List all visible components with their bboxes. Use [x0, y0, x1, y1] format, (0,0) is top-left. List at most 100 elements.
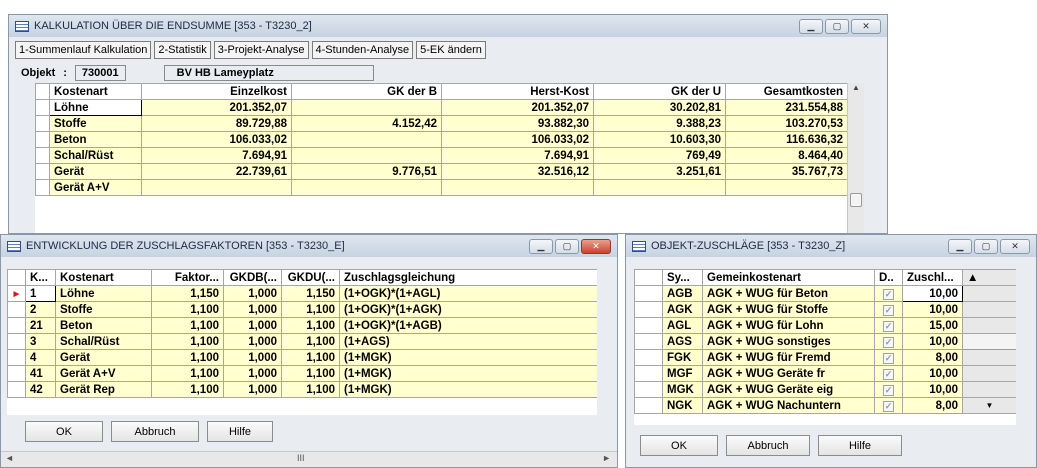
- cell-gemeinkostenart[interactable]: AGK + WUG für Stoffe: [702, 301, 875, 318]
- cell-k[interactable]: 42: [25, 381, 56, 398]
- row-header[interactable]: [634, 301, 663, 318]
- scroll-left-icon[interactable]: ◄: [5, 453, 14, 463]
- row-header[interactable]: [35, 131, 50, 148]
- cell-symbol[interactable]: MGK: [662, 381, 703, 398]
- cell-herst-kost[interactable]: 201.352,07: [441, 99, 594, 116]
- checkbox-icon[interactable]: ✓: [883, 304, 894, 316]
- cell-zuschlag[interactable]: 10,00: [902, 333, 963, 350]
- cell-symbol[interactable]: AGK: [662, 301, 703, 318]
- cell-kostenart[interactable]: Gerät: [55, 349, 152, 366]
- zuschlaege-titlebar[interactable]: OBJEKT-ZUSCHLÄGE [353 - T3230_Z] ▁ ▢ ✕: [626, 235, 1036, 257]
- hilfe-button[interactable]: Hilfe: [818, 435, 902, 456]
- cell-gesamtkosten[interactable]: 8.464,40: [725, 147, 847, 164]
- table-row[interactable]: AGB AGK + WUG für Beton ✓ 10,00: [634, 285, 1016, 302]
- abbruch-button[interactable]: Abbruch: [726, 435, 810, 456]
- row-header[interactable]: [634, 333, 663, 350]
- cell-gk-der-b[interactable]: [291, 131, 442, 148]
- cell-zuschlag[interactable]: 10,00: [902, 285, 963, 302]
- cell-gk-der-u[interactable]: 10.603,30: [593, 131, 726, 148]
- cell-gkdu[interactable]: 1,100: [281, 333, 340, 350]
- cell-gemeinkostenart[interactable]: AGK + WUG Nachuntern: [702, 397, 875, 414]
- cell-gk-der-b[interactable]: [291, 99, 442, 116]
- checkbox-icon[interactable]: ✓: [883, 352, 894, 364]
- col-zuschlag[interactable]: Zuschl...: [902, 269, 963, 286]
- scrollbar-track[interactable]: [962, 381, 1016, 398]
- cell-gkdu[interactable]: 1,100: [281, 349, 340, 366]
- cell-gesamtkosten[interactable]: 35.767,73: [725, 163, 847, 180]
- col-gemeinkostenart[interactable]: Gemeinkostenart: [702, 269, 875, 286]
- cell-d[interactable]: ✓: [874, 333, 903, 350]
- cell-kostenart[interactable]: Schal/Rüst: [55, 333, 152, 350]
- cell-symbol[interactable]: MGF: [662, 365, 703, 382]
- cell-einzelkost[interactable]: 201.352,07: [141, 99, 292, 116]
- minimize-button[interactable]: ▁: [948, 238, 972, 254]
- cell-kostenart[interactable]: Löhne: [49, 99, 142, 116]
- cell-symbol[interactable]: AGS: [662, 333, 703, 350]
- table-row[interactable]: FGK AGK + WUG für Fremd ✓ 8,00: [634, 349, 1016, 366]
- scrollbar-thumb[interactable]: [962, 333, 1016, 350]
- cell-d[interactable]: ✓: [874, 349, 903, 366]
- tab-summenlauf[interactable]: 1-Summenlauf Kalkulation: [15, 41, 152, 59]
- cell-einzelkost[interactable]: 89.729,88: [141, 115, 292, 132]
- cell-zuschlagsgleichung[interactable]: (1+MGK): [339, 381, 597, 398]
- row-header[interactable]: [634, 381, 663, 398]
- cell-gesamtkosten[interactable]: 103.270,53: [725, 115, 847, 132]
- cell-kostenart[interactable]: Gerät A+V: [55, 365, 152, 382]
- scrollbar-grip[interactable]: III: [297, 453, 305, 463]
- cell-symbol[interactable]: AGL: [662, 317, 703, 334]
- cell-gkdu[interactable]: 1,100: [281, 301, 340, 318]
- cell-d[interactable]: ✓: [874, 301, 903, 318]
- cell-zuschlagsgleichung[interactable]: (1+MGK): [339, 365, 597, 382]
- cell-faktor[interactable]: 1,100: [151, 333, 224, 350]
- close-button[interactable]: ✕: [851, 18, 881, 34]
- cell-d[interactable]: ✓: [874, 365, 903, 382]
- col-gk-der-u[interactable]: GK der U: [593, 83, 726, 100]
- cell-d[interactable]: ✓: [874, 317, 903, 334]
- cell-gemeinkostenart[interactable]: AGK + WUG für Beton: [702, 285, 875, 302]
- col-kostenart[interactable]: Kostenart: [55, 269, 152, 286]
- cell-d[interactable]: ✓: [874, 381, 903, 398]
- cell-k[interactable]: 41: [25, 365, 56, 382]
- scroll-up-icon[interactable]: ▲: [962, 269, 1016, 286]
- scroll-right-icon[interactable]: ►: [602, 453, 611, 463]
- table-row[interactable]: 2 Stoffe 1,100 1,000 1,100 (1+OGK)*(1+AG…: [7, 301, 597, 318]
- cell-faktor[interactable]: 1,100: [151, 365, 224, 382]
- cell-gkdb[interactable]: 1,000: [223, 381, 282, 398]
- ok-button[interactable]: OK: [640, 435, 718, 456]
- cell-gk-der-b[interactable]: 4.152,42: [291, 115, 442, 132]
- scrollbar-track[interactable]: [962, 301, 1016, 318]
- cell-zuschlag[interactable]: 10,00: [902, 365, 963, 382]
- kalkulation-titlebar[interactable]: KALKULATION ÜBER DIE ENDSUMME [353 - T32…: [9, 15, 887, 37]
- table-row[interactable]: Beton 106.033,02 106.033,02 10.603,30 11…: [35, 131, 847, 148]
- table-row[interactable]: AGS AGK + WUG sonstiges ✓ 10,00: [634, 333, 1016, 350]
- close-button[interactable]: ✕: [1000, 238, 1030, 254]
- row-header[interactable]: [7, 301, 26, 318]
- scrollbar-thumb[interactable]: [850, 193, 862, 207]
- row-header[interactable]: [634, 365, 663, 382]
- cell-zuschlagsgleichung[interactable]: (1+OGK)*(1+AGL): [339, 285, 597, 302]
- faktoren-horizontal-scrollbar[interactable]: ◄ III ►: [1, 451, 617, 467]
- cell-gk-der-u[interactable]: 9.388,23: [593, 115, 726, 132]
- cell-gemeinkostenart[interactable]: AGK + WUG für Lohn: [702, 317, 875, 334]
- cell-herst-kost[interactable]: 106.033,02: [441, 131, 594, 148]
- cell-gkdb[interactable]: 1,000: [223, 317, 282, 334]
- cell-gkdu[interactable]: 1,100: [281, 381, 340, 398]
- col-gkdu[interactable]: GKDU(...: [281, 269, 340, 286]
- cell-kostenart[interactable]: Gerät A+V: [49, 179, 142, 196]
- col-faktor[interactable]: Faktor...: [151, 269, 224, 286]
- row-header[interactable]: [634, 397, 663, 414]
- checkbox-icon[interactable]: ✓: [883, 336, 894, 348]
- cell-gkdb[interactable]: 1,000: [223, 301, 282, 318]
- checkbox-icon[interactable]: ✓: [883, 368, 894, 380]
- cell-gesamtkosten[interactable]: 116.636,32: [725, 131, 847, 148]
- cell-einzelkost[interactable]: 22.739,61: [141, 163, 292, 180]
- scroll-up-icon[interactable]: ▲: [848, 83, 864, 92]
- row-header[interactable]: [634, 317, 663, 334]
- row-header[interactable]: [35, 179, 50, 196]
- cell-zuschlag[interactable]: 10,00: [902, 381, 963, 398]
- cell-gemeinkostenart[interactable]: AGK + WUG sonstiges: [702, 333, 875, 350]
- col-d[interactable]: D..: [874, 269, 903, 286]
- cell-symbol[interactable]: AGB: [662, 285, 703, 302]
- cell-kostenart[interactable]: Löhne: [55, 285, 152, 302]
- cell-einzelkost[interactable]: 106.033,02: [141, 131, 292, 148]
